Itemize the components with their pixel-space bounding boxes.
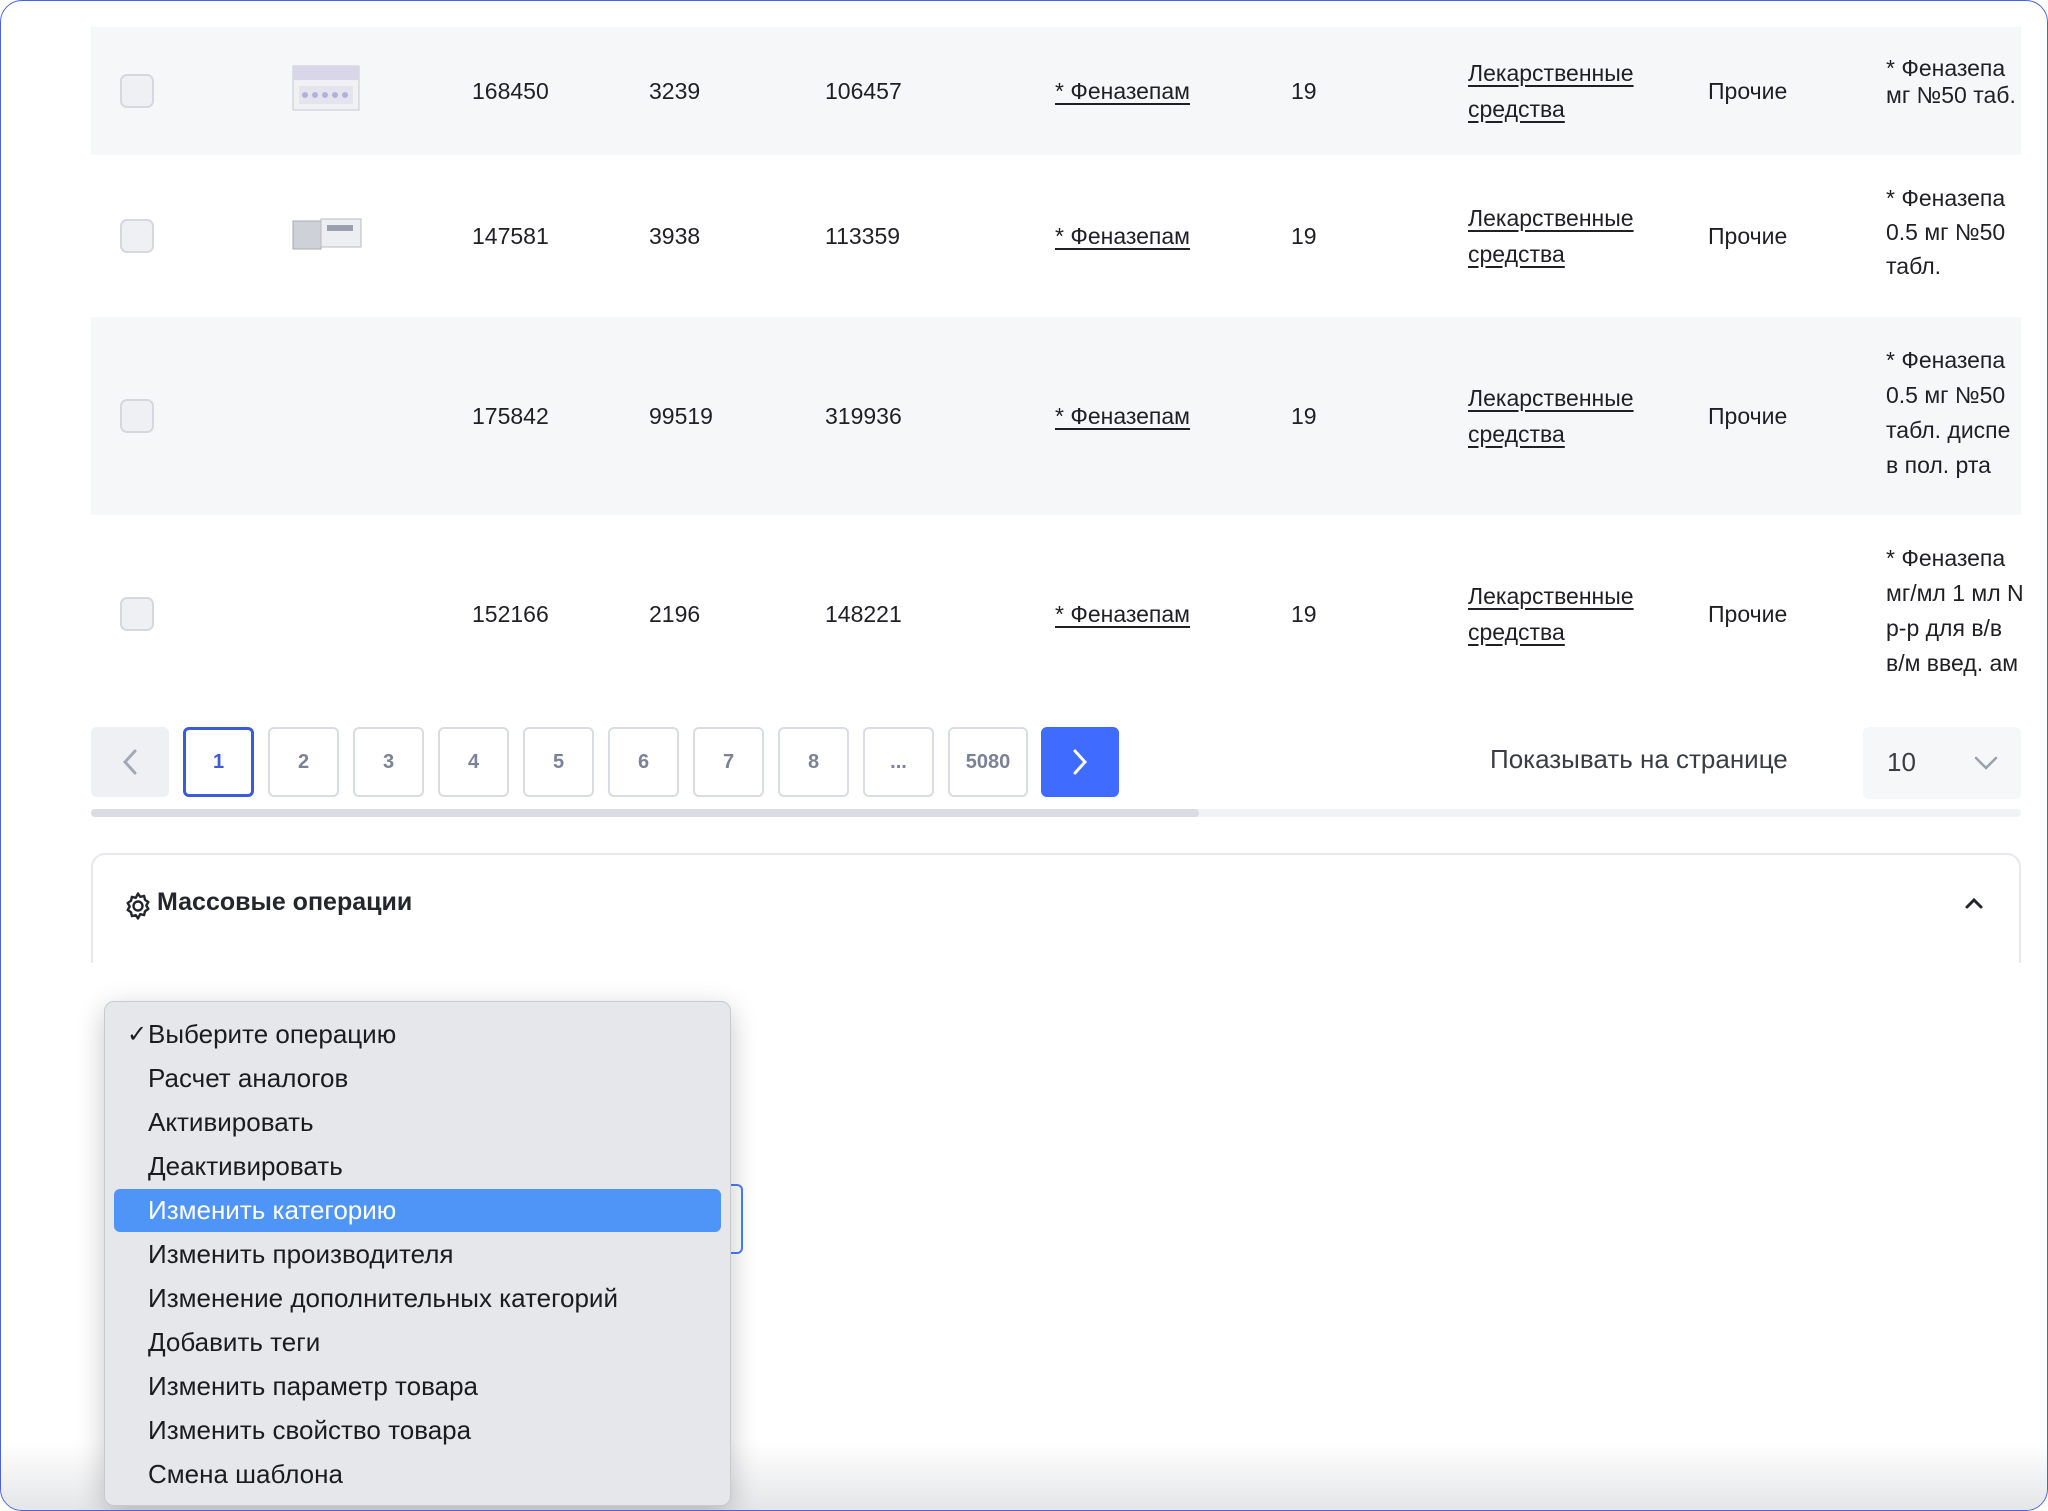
- per-page-select[interactable]: 10: [1863, 727, 2021, 799]
- option-deactivate[interactable]: Деактивировать: [114, 1145, 721, 1188]
- option-label: Изменить категорию: [148, 1195, 397, 1225]
- cell-ext-id: 319936: [825, 403, 902, 429]
- page-button-5[interactable]: 5: [523, 727, 594, 797]
- cell-code: 3938: [649, 223, 701, 249]
- option-change-parameter[interactable]: Изменить параметр товара: [114, 1365, 721, 1408]
- page-button-1[interactable]: 1: [183, 727, 254, 797]
- option-change-extra-categories[interactable]: Изменение дополнительных категорий: [114, 1277, 721, 1320]
- prev-page-button[interactable]: [91, 727, 169, 797]
- product-name-link[interactable]: * Феназепам: [1055, 599, 1190, 629]
- category-link[interactable]: Лекарственные средства: [1468, 578, 1668, 650]
- cell-full-name: * Феназепа мг/мл 1 мл N р-р для в/в в/м …: [1886, 545, 2024, 676]
- page-button-8[interactable]: 8: [778, 727, 849, 797]
- products-table: 168450 3239 106457 * Феназепам 19 Лекарс…: [91, 27, 2024, 713]
- gear-icon: [126, 892, 150, 920]
- cell-id: 168450: [472, 78, 549, 104]
- option-change-category[interactable]: Изменить категорию: [114, 1189, 721, 1232]
- option-label: Изменить параметр товара: [148, 1371, 479, 1401]
- cell-other: Прочие: [1708, 601, 1788, 627]
- option-label: Добавить теги: [148, 1327, 321, 1357]
- cell-ext-id: 106457: [825, 78, 902, 104]
- table-row[interactable]: 147581 3938 113359 * Феназепам 19 Лекарс…: [91, 155, 2021, 317]
- option-label: Расчет аналогов: [148, 1063, 349, 1093]
- cell-id: 152166: [472, 601, 549, 627]
- cell-full-name: * Феназепа 0.5 мг №50 табл.: [1886, 185, 2006, 279]
- option-label: Изменить свойство товара: [148, 1415, 472, 1445]
- option-label: Активировать: [148, 1107, 314, 1137]
- product-thumbnail: [292, 218, 362, 250]
- cell-other: Прочие: [1708, 78, 1788, 104]
- option-activate[interactable]: Активировать: [114, 1101, 721, 1144]
- operation-dropdown-menu: ✓ Выберите операцию Расчет аналогов Акти…: [104, 1001, 731, 1506]
- option-label: Изменение дополнительных категорий: [148, 1283, 618, 1313]
- option-label: Выберите операцию: [148, 1019, 397, 1049]
- page-button-2[interactable]: 2: [268, 727, 339, 797]
- category-link[interactable]: Лекарственные средства: [1468, 380, 1668, 452]
- cell-ext-id: 148221: [825, 601, 902, 627]
- cell-code: 99519: [649, 403, 713, 429]
- category-link[interactable]: Лекарственные средства: [1468, 200, 1668, 272]
- row-checkbox[interactable]: [120, 74, 154, 108]
- row-checkbox[interactable]: [120, 219, 154, 253]
- app-frame: 168450 3239 106457 * Феназепам 19 Лекарс…: [0, 0, 2048, 1511]
- chevron-left-icon: [122, 749, 137, 775]
- page-button-6[interactable]: 6: [608, 727, 679, 797]
- option-label: Деактивировать: [148, 1151, 343, 1181]
- chevron-up-icon[interactable]: [1963, 895, 1985, 911]
- row-checkbox[interactable]: [120, 399, 154, 433]
- option-change-template[interactable]: Смена шаблона: [114, 1453, 721, 1496]
- table-row[interactable]: 152166 2196 148221 * Феназепам 19 Лекарс…: [91, 515, 2024, 713]
- next-page-button[interactable]: [1041, 727, 1119, 797]
- table-row[interactable]: 168450 3239 106457 * Феназепам 19 Лекарс…: [91, 27, 2021, 155]
- page-button-last[interactable]: 5080: [948, 727, 1028, 797]
- page-button-7[interactable]: 7: [693, 727, 764, 797]
- option-select-operation[interactable]: ✓ Выберите операцию: [114, 1013, 721, 1056]
- cell-count: 19: [1291, 78, 1317, 104]
- option-add-tags[interactable]: Добавить теги: [114, 1321, 721, 1364]
- mass-operations-panel: Массовые операции: [91, 853, 2021, 963]
- cell-other: Прочие: [1708, 223, 1788, 249]
- chevron-right-icon: [1073, 749, 1088, 775]
- cell-id: 147581: [472, 223, 549, 249]
- cell-code: 2196: [649, 601, 701, 627]
- page-button-3[interactable]: 3: [353, 727, 424, 797]
- cell-code: 3239: [649, 78, 701, 104]
- product-thumbnail: [292, 65, 360, 111]
- product-name-link[interactable]: * Феназепам: [1055, 76, 1190, 106]
- product-name-link[interactable]: * Феназепам: [1055, 221, 1190, 251]
- page-ellipsis[interactable]: ...: [863, 727, 934, 797]
- checkmark-icon: ✓: [127, 1021, 148, 1048]
- product-name-link[interactable]: * Феназепам: [1055, 401, 1190, 431]
- page-button-4[interactable]: 4: [438, 727, 509, 797]
- option-change-manufacturer[interactable]: Изменить производителя: [114, 1233, 721, 1276]
- cell-id: 175842: [472, 403, 549, 429]
- cell-full-name: * Феназепа 0.5 мг №50 табл. диспе в пол.…: [1886, 347, 2011, 478]
- row-checkbox[interactable]: [120, 597, 154, 631]
- per-page-value: 10: [1887, 747, 1916, 777]
- mass-operations-title: Массовые операции: [157, 888, 413, 916]
- option-label: Изменить производителя: [148, 1239, 454, 1269]
- cell-count: 19: [1291, 403, 1317, 429]
- category-link[interactable]: Лекарственные средства: [1468, 55, 1668, 127]
- cell-count: 19: [1291, 601, 1317, 627]
- cell-other: Прочие: [1708, 403, 1788, 429]
- option-change-property[interactable]: Изменить свойство товара: [114, 1409, 721, 1452]
- option-label: Смена шаблона: [148, 1459, 343, 1489]
- chevron-down-icon: [1974, 756, 1998, 770]
- cell-ext-id: 113359: [825, 223, 901, 249]
- table-row[interactable]: 175842 99519 319936 * Феназепам 19 Лекар…: [91, 317, 2021, 515]
- option-calc-analogs[interactable]: Расчет аналогов: [114, 1057, 721, 1100]
- per-page-label: Показывать на странице: [1490, 744, 1788, 774]
- scrollbar-thumb[interactable]: [91, 809, 1199, 817]
- cell-count: 19: [1291, 223, 1317, 249]
